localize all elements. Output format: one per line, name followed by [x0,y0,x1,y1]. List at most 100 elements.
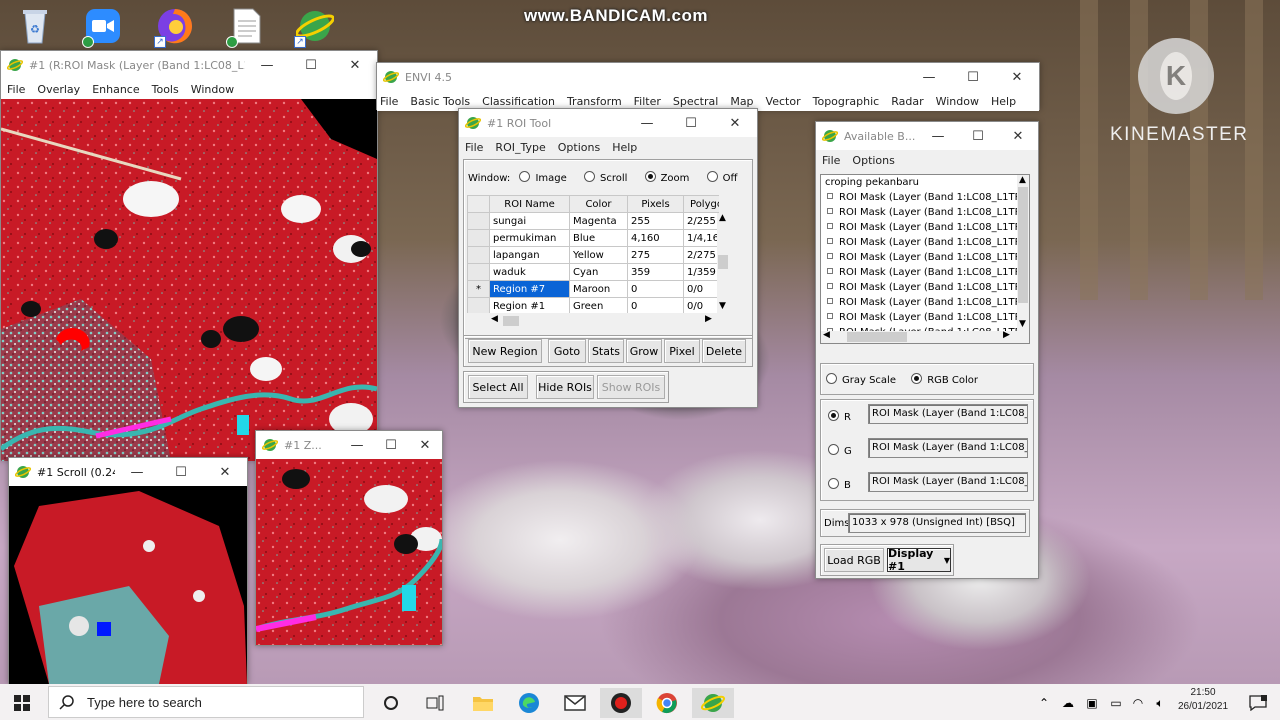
load-rgb-button[interactable]: Load RGB [824,548,884,572]
roi-table-hscroll[interactable]: ◀ ▶ [489,314,719,327]
scroll-thumb[interactable] [503,316,519,326]
windows-start-icon[interactable] [0,688,44,718]
scroll-thumb[interactable] [1018,187,1028,303]
band-list[interactable]: croping pekanbaru ROI Mask (Layer (Band … [820,174,1030,344]
scroll-up-icon[interactable]: ▲ [719,213,726,223]
roi-color-cell[interactable]: Magenta [569,212,628,230]
zoom-window[interactable]: #1 Z... — ☐ ✕ [255,430,443,646]
menu-window[interactable]: Window [936,95,979,108]
roi-name-cell[interactable]: lapangan [489,246,570,264]
maximize-icon[interactable]: ☐ [951,63,995,91]
select-all-button[interactable]: Select All [468,375,528,399]
radio-r[interactable]: R [828,410,851,423]
wifi-icon[interactable]: ◠ [1126,688,1150,718]
list-item[interactable]: ROI Mask (Layer (Band 1:LC08_L1TP_ [821,250,1029,265]
menu-options[interactable]: Options [852,154,894,167]
envi-main-window[interactable]: ENVI 4.5 — ☐ ✕ File Basic Tools Classifi… [376,62,1040,111]
file-explorer-icon[interactable] [462,688,504,718]
list-item[interactable]: ROI Mask (Layer (Band 1:LC08_L1TP_ [821,280,1029,295]
goto-button[interactable]: Goto [548,339,586,363]
scroll-thumb[interactable] [847,332,907,342]
list-item[interactable]: ROI Mask (Layer (Band 1:LC08_L1TP_ [821,235,1029,250]
g-band-field[interactable]: ROI Mask (Layer (Band 1:LC08_L1 [868,438,1028,458]
firefox-icon[interactable]: ↗ [152,4,198,48]
chrome-icon[interactable] [646,688,688,718]
scroll-window-titlebar[interactable]: #1 Scroll (0.247... — ☐ ✕ [9,458,247,486]
zoom-window-titlebar[interactable]: #1 Z... — ☐ ✕ [256,431,442,459]
scroll-right-icon[interactable]: ▶ [705,314,712,324]
r-band-field[interactable]: ROI Mask (Layer (Band 1:LC08_L1 [868,404,1028,424]
scroll-left-icon[interactable]: ◀ [823,330,830,340]
envi-taskbar-icon[interactable] [692,688,734,718]
minimize-icon[interactable]: — [115,458,159,486]
maximize-icon[interactable]: ☐ [289,51,333,79]
scroll-left-icon[interactable]: ◀ [491,314,498,324]
minimize-icon[interactable]: — [340,431,374,459]
minimize-icon[interactable]: — [918,122,958,150]
satellite-image-canvas[interactable] [1,99,377,461]
column-header[interactable]: Color [569,195,628,213]
list-item[interactable]: ROI Mask (Layer (Band 1:LC08_L1TP_ [821,220,1029,235]
edge-icon[interactable] [508,688,550,718]
roi-name-cell[interactable]: waduk [489,263,570,281]
chevron-up-icon[interactable]: ⌃ [1032,688,1056,718]
close-icon[interactable]: ✕ [203,458,247,486]
battery-icon[interactable]: ▭ [1104,688,1128,718]
network-status-icon[interactable]: ☁ [1056,688,1080,718]
list-item[interactable]: ROI Mask (Layer (Band 1:LC08_L1TP_ [821,295,1029,310]
roi-color-cell[interactable]: Yellow [569,246,628,264]
menu-help[interactable]: Help [612,141,637,154]
envi-app-icon[interactable]: ↗ [292,4,338,48]
menu-help[interactable]: Help [991,95,1016,108]
menu-file[interactable]: File [465,141,483,154]
menu-filter[interactable]: Filter [634,95,661,108]
notification-app-icon[interactable]: ▣ [1080,688,1104,718]
menu-basic-tools[interactable]: Basic Tools [410,95,470,108]
close-icon[interactable]: ✕ [713,109,757,137]
scroll-right-icon[interactable]: ▶ [1003,330,1010,340]
maximize-icon[interactable]: ☐ [159,458,203,486]
radio-scroll[interactable]: Scroll [583,171,627,184]
recycle-bin-icon[interactable]: ♻ [12,4,58,48]
file-node[interactable]: croping pekanbaru [821,175,1029,190]
scroll-down-icon[interactable]: ▼ [1019,319,1026,329]
menu-tools[interactable]: Tools [152,83,179,96]
menu-window[interactable]: Window [191,83,234,96]
new-region-button[interactable]: New Region [468,339,542,363]
roi-color-cell[interactable]: Green [569,297,628,313]
menu-file[interactable]: File [380,95,398,108]
maximize-icon[interactable]: ☐ [374,431,408,459]
table-row[interactable]: Region #1 Green 0 0/0 [467,297,719,313]
menu-classification[interactable]: Classification [482,95,555,108]
menu-roi-type[interactable]: ROI_Type [495,141,545,154]
roi-name-cell[interactable]: Region #1 [489,297,570,313]
menu-spectral[interactable]: Spectral [673,95,718,108]
menu-vector[interactable]: Vector [766,95,801,108]
scroll-overview-canvas[interactable] [9,486,247,684]
list-item[interactable]: ROI Mask (Layer (Band 1:LC08_L1TP_ [821,265,1029,280]
roi-color-cell[interactable]: Cyan [569,263,628,281]
roi-name-cell[interactable]: sungai [489,212,570,230]
close-icon[interactable]: ✕ [408,431,442,459]
hide-rois-button[interactable]: Hide ROIs [536,375,594,399]
notification-center-icon[interactable] [1240,688,1276,718]
envi-main-titlebar[interactable]: ENVI 4.5 — ☐ ✕ [377,63,1039,91]
available-bands-window[interactable]: Available B... — ☐ ✕ File Options cropin… [815,121,1039,579]
menu-overlay[interactable]: Overlay [37,83,80,96]
stats-button[interactable]: Stats [588,339,624,363]
column-header[interactable]: Pixels [627,195,684,213]
list-item[interactable]: ROI Mask (Layer (Band 1:LC08_L1TP_ [821,190,1029,205]
scroll-up-icon[interactable]: ▲ [1019,175,1026,185]
menu-map[interactable]: Map [730,95,753,108]
close-icon[interactable]: ✕ [998,122,1038,150]
show-rois-button[interactable]: Show ROIs [597,375,665,399]
table-row[interactable]: waduk Cyan 359 1/359 [467,263,719,281]
table-row[interactable]: sungai Magenta 255 2/255 [467,212,719,230]
scroll-view-box[interactable] [97,622,111,636]
display-dropdown[interactable]: Display #1 ▼ [887,547,951,573]
close-icon[interactable]: ✕ [995,63,1039,91]
radio-rgb-color[interactable]: RGB Color [911,373,978,386]
cortana-icon[interactable] [370,688,412,718]
radio-off[interactable]: Off [706,171,737,184]
tray-clock[interactable]: 21:50 26/01/2021 [1168,686,1238,714]
